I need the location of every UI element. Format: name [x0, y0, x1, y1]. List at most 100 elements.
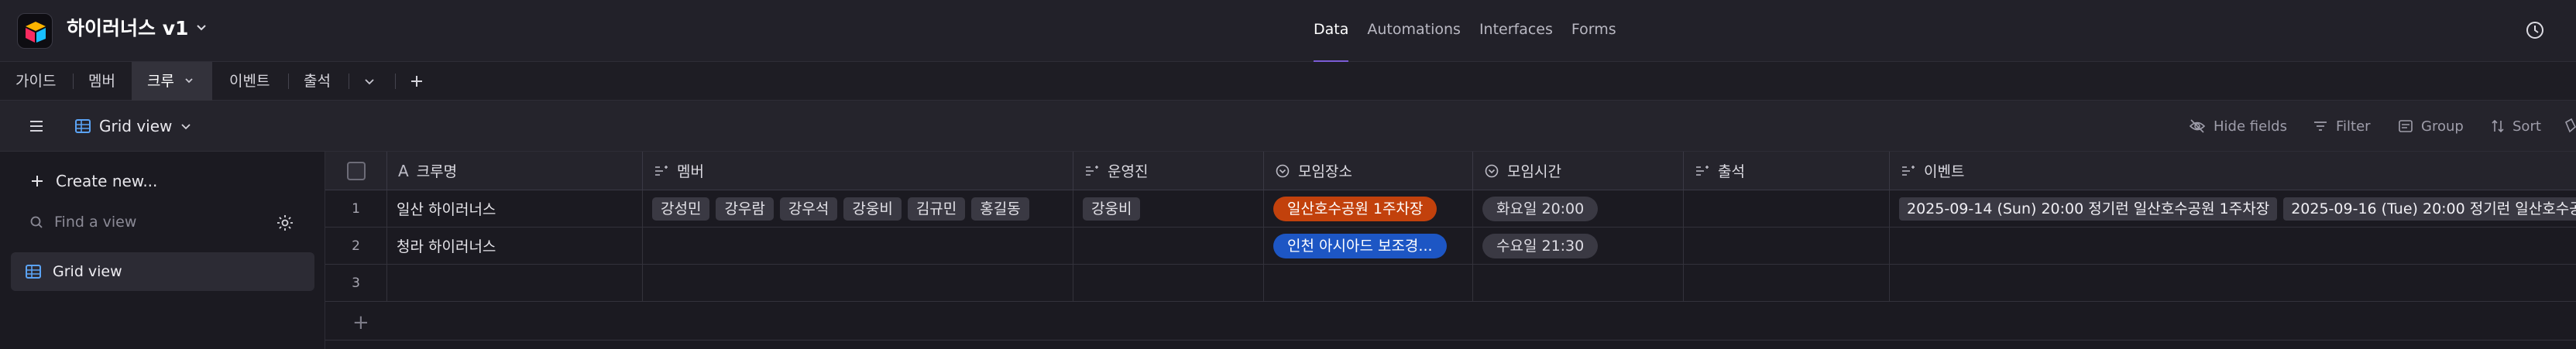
linked-record-icon — [1086, 165, 1098, 176]
history-icon[interactable] — [2523, 19, 2547, 42]
cell-members[interactable] — [643, 265, 1073, 302]
add-table-plus-icon[interactable] — [409, 74, 424, 89]
event-chip[interactable]: 2025-09-14 (Sun) 20:00 정기런 일산호수공원 1주차장 — [1899, 197, 2278, 221]
member-chip[interactable]: 홍길동 — [971, 197, 1029, 221]
single-select-icon — [1485, 164, 1499, 177]
plus-icon — [32, 176, 43, 186]
tab-members[interactable]: 멤버 — [73, 62, 131, 101]
tab-guide[interactable]: 가이드 — [0, 62, 71, 101]
member-chip[interactable]: 강웅비 — [843, 197, 902, 221]
member-chip[interactable]: 강성민 — [652, 197, 710, 221]
find-view-placeholder: Find a view — [54, 214, 137, 231]
view-switcher[interactable]: Grid view — [74, 101, 192, 152]
table-tabs: 가이드 멤버 크루 이벤트 출석 — [0, 62, 2576, 101]
column-header-time[interactable]: 모임시간 — [1473, 152, 1684, 190]
column-label: 이벤트 — [1924, 163, 1965, 180]
column-header-staff[interactable]: 운영진 — [1073, 152, 1264, 190]
tab-events[interactable]: 이벤트 — [214, 62, 285, 101]
cell-crew-name[interactable]: 일산 하이러너스 — [387, 190, 643, 228]
crew-name-text: 청라 하이러너스 — [397, 238, 496, 255]
linked-record-icon — [655, 165, 668, 176]
event-chip[interactable]: 2025-09-16 (Tue) 20:00 정기런 일산호수공 — [2283, 197, 2576, 221]
tab-attendance[interactable]: 출석 — [288, 62, 346, 101]
cell-attendance[interactable] — [1684, 190, 1890, 228]
hide-fields-button[interactable]: Hide fields — [2189, 101, 2287, 152]
cell-place[interactable] — [1264, 265, 1473, 302]
tab-divider — [395, 74, 396, 89]
text-field-icon: A — [398, 161, 409, 180]
column-header-attendance[interactable]: 출석 — [1684, 152, 1890, 190]
nav-forms[interactable]: Forms — [1571, 19, 1616, 40]
cell-time[interactable]: 수요일 21:30 — [1473, 228, 1684, 265]
single-select-icon — [1276, 164, 1290, 177]
group-icon — [2399, 120, 2413, 132]
nav-automations[interactable]: Automations — [1367, 19, 1461, 40]
cell-crew-name[interactable]: 청라 하이러너스 — [387, 228, 643, 265]
staff-chip[interactable]: 강웅비 — [1083, 197, 1141, 221]
cell-time[interactable] — [1473, 265, 1684, 302]
view-name: Grid view — [99, 117, 173, 135]
add-row[interactable]: + — [325, 303, 2576, 340]
color-icon[interactable] — [2564, 118, 2576, 135]
member-chip[interactable]: 강우람 — [716, 197, 774, 221]
sidebar-view-grid[interactable]: Grid view — [11, 252, 314, 291]
group-button[interactable]: Group — [2398, 101, 2464, 152]
group-label: Group — [2421, 118, 2464, 135]
column-label: 크루명 — [416, 163, 458, 180]
cell-place[interactable]: 일산호수공원 1주차장 — [1264, 190, 1473, 228]
select-all-header — [325, 152, 387, 190]
cell-staff[interactable] — [1073, 228, 1264, 265]
create-view-label: Create new... — [56, 172, 158, 190]
member-chip[interactable]: 강우석 — [779, 197, 838, 221]
column-label: 모임장소 — [1298, 163, 1352, 180]
find-view-input[interactable]: Find a view — [29, 214, 136, 231]
tab-crew[interactable]: 크루 — [132, 62, 212, 101]
cell-staff[interactable]: 강웅비 — [1073, 190, 1264, 228]
column-header-members[interactable]: 멤버 — [643, 152, 1073, 190]
view-toolbar: Grid view Hide fields Filter Group Sort — [0, 101, 2576, 152]
cell-events[interactable] — [1890, 265, 2576, 302]
crew-name-text: 일산 하이러너스 — [397, 201, 496, 218]
sort-button[interactable]: Sort — [2491, 101, 2541, 152]
linked-record-icon — [1696, 165, 1709, 176]
more-tables-chevron-icon[interactable] — [362, 75, 376, 89]
nav-interfaces[interactable]: Interfaces — [1479, 19, 1553, 40]
cell-time[interactable]: 화요일 20:00 — [1473, 190, 1684, 228]
plus-icon: + — [352, 311, 369, 334]
hide-fields-label: Hide fields — [2214, 118, 2287, 135]
time-pill: 화요일 20:00 — [1482, 196, 1599, 221]
top-bar: 하이러너스 v1 Data Automations Interfaces For… — [0, 0, 2576, 63]
cell-place[interactable]: 인천 아시아드 보조경... — [1264, 228, 1473, 265]
cell-events[interactable] — [1890, 228, 2576, 265]
cell-members[interactable] — [643, 228, 1073, 265]
app-title[interactable]: 하이러너스 v1 — [67, 15, 188, 42]
filter-button[interactable]: Filter — [2313, 101, 2371, 152]
cell-members[interactable]: 강성민 강우람 강우석 강웅비 김규민 홍길동 — [643, 190, 1073, 228]
eye-off-icon — [2189, 119, 2206, 133]
column-header-place[interactable]: 모임장소 — [1264, 152, 1473, 190]
member-chip[interactable]: 김규민 — [907, 197, 966, 221]
place-pill: 인천 아시아드 보조경... — [1273, 233, 1447, 258]
select-all-checkbox[interactable] — [346, 161, 366, 180]
cell-attendance[interactable] — [1684, 265, 1890, 302]
chevron-down-icon[interactable] — [184, 75, 194, 86]
time-pill: 수요일 21:30 — [1482, 233, 1599, 258]
create-view-button[interactable]: Create new... — [29, 172, 157, 190]
chevron-down-icon[interactable] — [194, 20, 209, 36]
top-nav: Data Automations Interfaces Forms — [1314, 19, 1616, 63]
cell-attendance[interactable] — [1684, 228, 1890, 265]
column-header-events[interactable]: 이벤트 — [1890, 152, 2576, 190]
cell-staff[interactable] — [1073, 265, 1264, 302]
linked-record-icon — [1902, 165, 1915, 176]
hamburger-menu-icon[interactable] — [28, 118, 45, 135]
cell-crew-name[interactable] — [387, 265, 643, 302]
sort-icon — [2492, 119, 2504, 133]
cell-events[interactable]: 2025-09-14 (Sun) 20:00 정기런 일산호수공원 1주차장 2… — [1890, 190, 2576, 228]
nav-data[interactable]: Data — [1314, 19, 1349, 63]
filter-label: Filter — [2336, 118, 2371, 135]
row-number: 2 — [325, 228, 387, 265]
gear-icon[interactable] — [276, 214, 294, 232]
grid-view-icon — [75, 119, 91, 133]
app-logo[interactable] — [17, 13, 53, 49]
column-header-crew-name[interactable]: A 크루명 — [387, 152, 643, 190]
